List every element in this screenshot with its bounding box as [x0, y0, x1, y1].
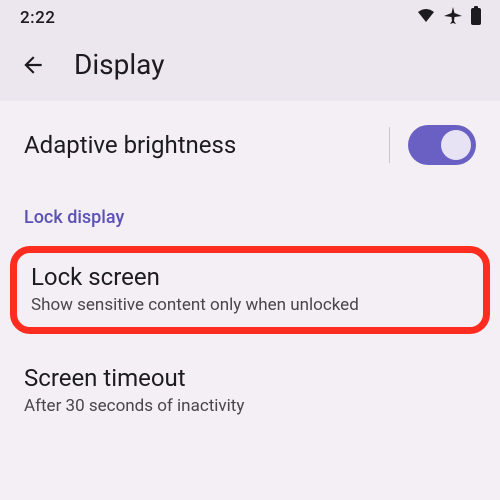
status-icons — [416, 6, 482, 30]
lock-screen-title: Lock screen — [31, 263, 469, 291]
status-time: 2:22 — [20, 8, 55, 28]
toggle-thumb — [441, 130, 471, 160]
battery-icon — [470, 6, 482, 30]
divider — [389, 127, 390, 163]
section-lock-display: Lock display — [0, 189, 500, 238]
status-bar: 2:22 — [0, 0, 500, 32]
lock-screen-subtitle: Show sensitive content only when unlocke… — [31, 295, 469, 315]
adaptive-brightness-row[interactable]: Adaptive brightness — [0, 101, 500, 189]
adaptive-brightness-toggle[interactable] — [408, 125, 476, 165]
back-button[interactable] — [20, 52, 46, 78]
screen-timeout-title: Screen timeout — [24, 364, 476, 392]
wifi-icon — [416, 8, 436, 28]
lock-screen-item[interactable]: Lock screen Show sensitive content only … — [31, 263, 469, 315]
screen-timeout-subtitle: After 30 seconds of inactivity — [24, 396, 476, 416]
header: Display — [0, 32, 500, 101]
highlight-annotation: Lock screen Show sensitive content only … — [10, 246, 490, 334]
airplane-icon — [444, 7, 462, 29]
adaptive-brightness-label: Adaptive brightness — [24, 131, 236, 159]
arrow-left-icon — [20, 52, 46, 78]
content: Adaptive brightness Lock display Lock sc… — [0, 101, 500, 432]
screen-timeout-item[interactable]: Screen timeout After 30 seconds of inact… — [0, 350, 500, 432]
page-title: Display — [74, 48, 164, 81]
